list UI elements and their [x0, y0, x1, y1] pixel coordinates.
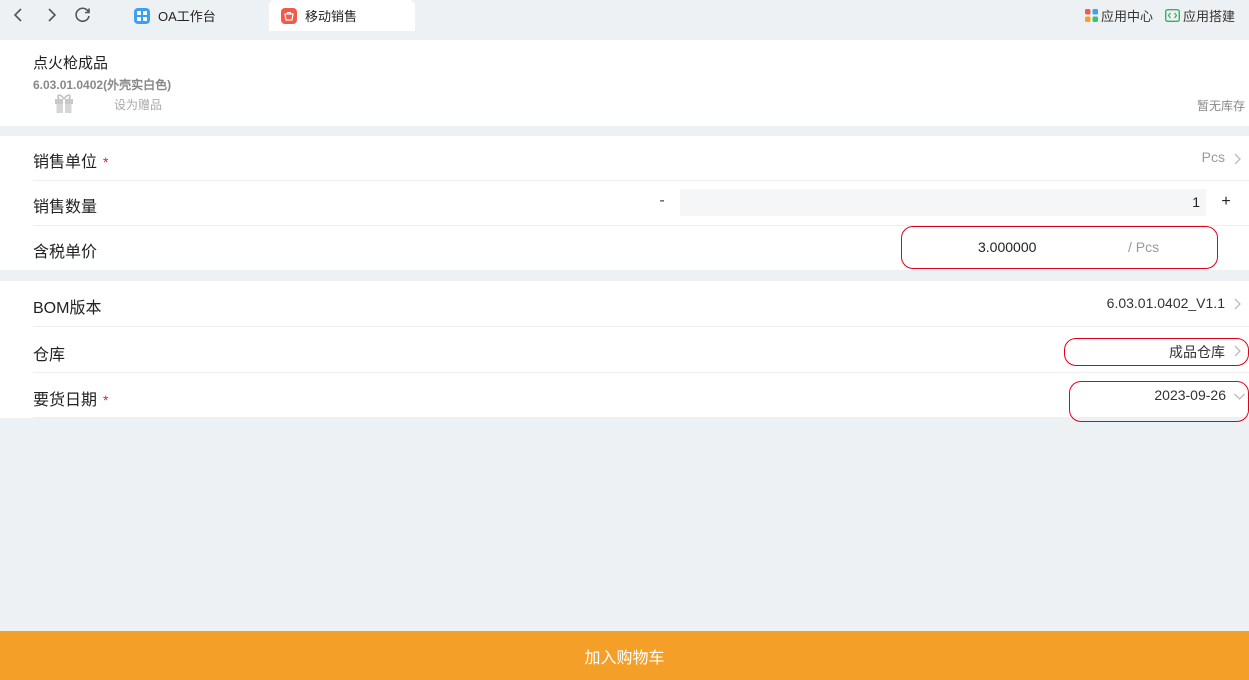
- warehouse-value[interactable]: 成品仓库: [1169, 342, 1225, 362]
- tab-oa-workbench[interactable]: OA工作台: [124, 0, 264, 31]
- chevron-left-icon: [13, 8, 22, 22]
- tab-label: OA工作台: [158, 9, 216, 24]
- sales-qty-row: 销售数量 - 1 +: [33, 181, 1249, 226]
- bom-version-value[interactable]: 6.03.01.0402_V1.1: [1107, 295, 1225, 311]
- qty-input[interactable]: 1: [680, 189, 1206, 216]
- gift-icon[interactable]: [54, 92, 74, 114]
- refresh-button[interactable]: [72, 4, 94, 26]
- sales-unit-value[interactable]: Pcs: [1202, 149, 1225, 165]
- sales-unit-label: 销售单位: [33, 154, 98, 171]
- delivery-date-label: 要货日期: [33, 392, 98, 409]
- unit-price-input[interactable]: 3.000000 / Pcs: [903, 237, 1203, 259]
- delivery-date-value[interactable]: 2023-09-26: [1154, 387, 1226, 403]
- bom-version-row[interactable]: BOM版本 6.03.01.0402_V1.1: [33, 281, 1249, 327]
- warehouse-row[interactable]: 仓库 成品仓库: [33, 327, 1249, 373]
- chevron-right-icon: [1234, 153, 1241, 165]
- forward-button[interactable]: [40, 4, 62, 26]
- browser-toolbar: OA工作台 移动销售 应用中心 应用搭建: [0, 0, 1249, 31]
- code-build-icon: [1165, 9, 1180, 22]
- delivery-date-row[interactable]: 要货日期 * 2023-09-26: [33, 373, 1249, 418]
- qty-value: 1: [1192, 194, 1200, 210]
- bom-version-label: BOM版本: [33, 300, 102, 317]
- chevron-right-icon: [1234, 345, 1241, 357]
- stock-form-group: BOM版本 6.03.01.0402_V1.1 仓库 成品仓库 要货日期 * 20…: [0, 281, 1249, 418]
- required-mark: *: [103, 392, 109, 408]
- qty-decrement-button[interactable]: -: [655, 192, 669, 210]
- refresh-icon: [75, 7, 90, 23]
- chevron-right-icon: [48, 8, 57, 22]
- unit-price-row: 含税单价 3.000000 / Pcs: [33, 226, 1249, 271]
- unit-price-unit: / Pcs: [1128, 239, 1160, 255]
- warehouse-label: 仓库: [33, 347, 66, 364]
- chevron-down-icon: [1234, 393, 1245, 400]
- chevron-right-icon: [1234, 298, 1241, 310]
- apps-icon: [1085, 9, 1098, 22]
- add-to-cart-button[interactable]: 加入购物车: [0, 631, 1249, 680]
- order-form-group: 销售单位 * Pcs 销售数量 - 1 + 含税单价 3.000000 / Pcs: [0, 136, 1249, 270]
- set-as-gift-label[interactable]: 设为赠品: [114, 96, 162, 113]
- stock-status: 暂无库存: [1196, 99, 1245, 113]
- required-mark: *: [103, 154, 109, 170]
- qty-increment-button[interactable]: +: [1219, 193, 1233, 211]
- unit-price-label: 含税单价: [33, 244, 98, 261]
- app-builder-link[interactable]: 应用搭建: [1165, 0, 1235, 31]
- sales-unit-row[interactable]: 销售单位 * Pcs: [33, 136, 1249, 181]
- product-card: 点火枪成品 6.03.01.0402(外壳实白色) 设为赠品 暂无库存: [0, 40, 1249, 126]
- shop-app-icon: [281, 7, 297, 24]
- app-center-link[interactable]: 应用中心: [1085, 0, 1153, 31]
- product-name: 点火枪成品: [33, 55, 109, 72]
- unit-price-value: 3.000000: [978, 239, 1037, 255]
- back-button[interactable]: [8, 4, 30, 26]
- tab-label: 移动销售: [305, 9, 358, 24]
- product-code: 6.03.01.0402(外壳实白色): [33, 78, 172, 92]
- grid-app-icon: [134, 7, 150, 24]
- tab-mobile-sales[interactable]: 移动销售: [269, 0, 415, 31]
- sales-qty-label: 销售数量: [33, 199, 98, 216]
